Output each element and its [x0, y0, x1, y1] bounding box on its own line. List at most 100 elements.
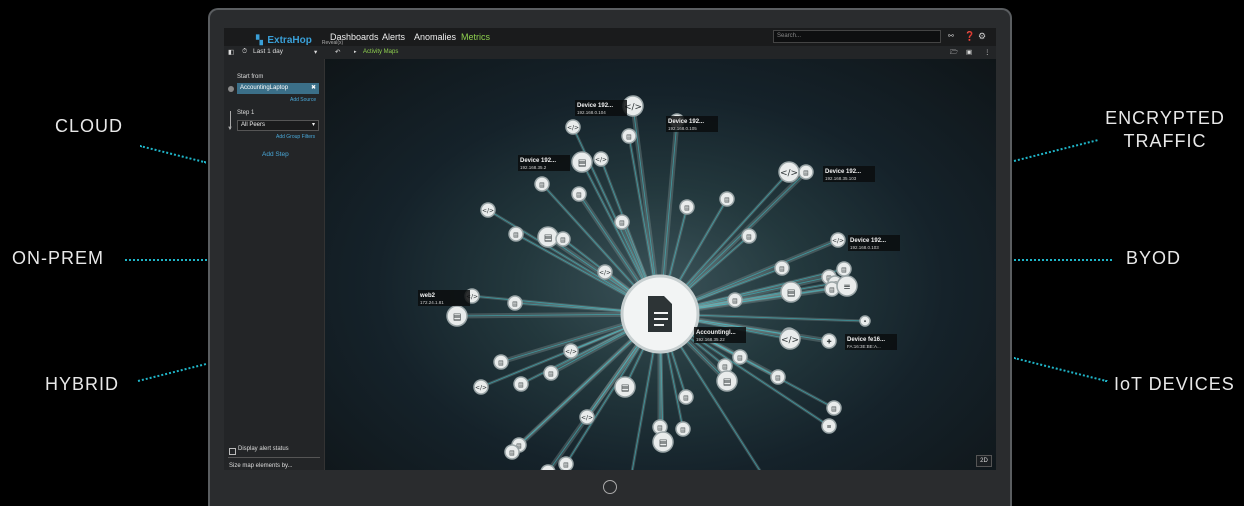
node-glyph: ▤ [576, 192, 582, 199]
callout-iot-connector [1013, 357, 1108, 383]
device-ip: FA:16:3E:BE:A... [847, 344, 881, 349]
map-device-label[interactable]: Device 192...192.168.0.105 [666, 116, 718, 132]
node-glyph: </> [599, 270, 611, 277]
device-ip: 192.168.35.103 [825, 176, 857, 181]
search-input[interactable]: Search... [773, 30, 941, 43]
device-name: Device 192... [825, 169, 861, 175]
node-glyph: ▤ [724, 197, 730, 204]
activity-map-canvas[interactable]: </> </> ▤ </> </> ▤ ▤ ▤ ▤ ▤ </> ▤ ▤ </> ▤ ▤ ▤ ▤ </> ▤ ▤ ▤ ▤ ▤ ▤ ≡… [325, 59, 996, 470]
node-glyph: ▤ [621, 384, 630, 394]
step-1-label: Step 1 [237, 110, 255, 116]
node-glyph: ≡ [843, 283, 851, 293]
document-line [654, 312, 668, 314]
alert-status-label: Display alert status [238, 446, 289, 452]
activity-map-graph[interactable]: </> </> ▤ </> </> ▤ ▤ ▤ ▤ ▤ </> ▤ ▤ </> ▤ ▤ ▤ ▤ </> ▤ ▤ ▤ ▤ ▤ ▤ ≡… [325, 59, 996, 470]
callout-on-prem-connector [125, 259, 207, 261]
save-icon[interactable]: ▣ [966, 48, 972, 56]
node-glyph: ▤ [539, 182, 545, 189]
divider [228, 457, 320, 458]
add-group-filters-link[interactable]: Add Group Filters [276, 134, 315, 140]
node-glyph: </> [565, 349, 577, 356]
node-glyph: ▤ [560, 237, 566, 244]
node-glyph: ▤ [723, 378, 732, 388]
add-step-link[interactable]: Add Step [262, 151, 289, 158]
node-glyph: ▤ [787, 289, 796, 299]
nav-anomalies[interactable]: Anomalies [414, 32, 456, 42]
node-glyph: </> [781, 336, 799, 346]
node-glyph: </> [595, 157, 607, 164]
node-glyph: ▤ [518, 382, 524, 389]
device-name: Device 192... [850, 238, 886, 244]
device-name: Device 192... [520, 158, 556, 164]
network-icon[interactable]: ⚯ [948, 32, 954, 40]
breadcrumb-caret-icon: ▸ [354, 49, 357, 55]
node-glyph: ▤ [657, 425, 663, 432]
node-glyph: ▤ [509, 450, 515, 457]
node-glyph: </> [780, 169, 798, 179]
node-glyph: ▤ [453, 313, 462, 323]
callout-cloud-connector [139, 145, 207, 164]
source-dot-icon [228, 86, 234, 92]
node-glyph: ▤ [737, 355, 743, 362]
map-device-label[interactable]: Device 192...192.168.0.103 [848, 235, 900, 251]
callout-cloud: CLOUD [55, 116, 124, 136]
node-glyph: ▤ [779, 266, 785, 273]
callout-encrypted-line2: TRAFFIC [1123, 131, 1207, 151]
node-glyph: ▤ [544, 234, 553, 244]
device-ip: 172.24.1.81 [420, 300, 444, 305]
alert-status-checkbox[interactable] [229, 448, 236, 455]
document-line [654, 318, 668, 320]
node-glyph: </> [475, 385, 487, 392]
device-ip: 192.168.0.104 [577, 110, 606, 115]
callout-hybrid-connector [137, 363, 207, 382]
map-device-label[interactable]: Device fe16...FA:16:3E:BE:A... [845, 334, 897, 350]
source-field[interactable]: AccountingLaptop ✖ [237, 83, 319, 94]
home-button[interactable] [603, 480, 617, 494]
nav-alerts[interactable]: Alerts [382, 32, 405, 42]
map-device-label[interactable]: Device 192...192.168.35.2 [518, 155, 570, 171]
map-device-label[interactable]: Accountingl...192.168.35.22 [694, 327, 746, 343]
undo-icon[interactable]: ↶ [335, 48, 340, 56]
map-device-label[interactable]: Device 192...192.168.0.104 [575, 100, 627, 116]
callout-hybrid: HYBRID [45, 374, 120, 394]
callout-on-prem: ON-PREM [12, 248, 104, 268]
callout-iot-devices: IoT DEVICES [1114, 374, 1235, 394]
nav-metrics[interactable]: Metrics [461, 32, 490, 42]
node-glyph: </> [542, 470, 554, 471]
node-glyph: ▤ [680, 427, 686, 434]
callout-byod-connector [1014, 259, 1112, 261]
node-glyph: ✚ [826, 339, 831, 346]
step-arrow-head-icon: ▼ [227, 126, 233, 132]
node-glyph: ▤ [803, 170, 809, 177]
device-ip: 192.168.0.105 [668, 126, 697, 131]
callout-byod: BYOD [1126, 248, 1182, 268]
more-options-icon[interactable]: ⋮ [984, 48, 991, 56]
peers-select[interactable]: All Peers ▾ [237, 120, 319, 131]
map-device-label[interactable]: Device 192...192.168.35.103 [823, 166, 875, 182]
chevron-down-icon[interactable]: ▾ [312, 121, 315, 130]
breadcrumb-activity-maps[interactable]: Activity Maps [363, 49, 398, 55]
remove-source-icon[interactable]: ✖ [311, 83, 316, 94]
add-source-link[interactable]: Add Source [290, 97, 316, 103]
open-folder-icon[interactable]: 🗁 [950, 48, 958, 59]
device-ip: 192.168.35.2 [520, 165, 547, 170]
toolbar: ◧ ⏱ Last 1 day ▾ ↶ ▸ Activity Maps 🗁 ▣ ⋮ [224, 46, 996, 60]
node-glyph: </> [832, 238, 844, 245]
nav-dashboards[interactable]: Dashboards [330, 32, 379, 42]
map-device-label[interactable]: web2172.24.1.81 [418, 290, 470, 306]
device-ip: 192.168.0.103 [850, 245, 879, 250]
view-mode-2d-button[interactable]: 2D [976, 455, 992, 467]
node-glyph: ≡ [826, 424, 831, 431]
node-glyph: ▤ [732, 298, 738, 305]
time-range-selector[interactable]: Last 1 day [253, 48, 283, 55]
logo-text: ExtraHop [267, 35, 312, 46]
callout-encrypted-connector [1013, 139, 1098, 162]
chevron-down-icon[interactable]: ▾ [314, 48, 317, 56]
device-name: Accountingl... [696, 330, 736, 336]
node-glyph: ▤ [512, 301, 518, 308]
sidebar-toggle-icon[interactable]: ◧ [228, 48, 234, 56]
settings-gear-icon[interactable]: ⚙ [978, 31, 986, 42]
node-glyph: ▤ [548, 371, 554, 378]
help-icon[interactable]: ❓ [964, 31, 975, 42]
node-glyph: • [863, 319, 867, 326]
